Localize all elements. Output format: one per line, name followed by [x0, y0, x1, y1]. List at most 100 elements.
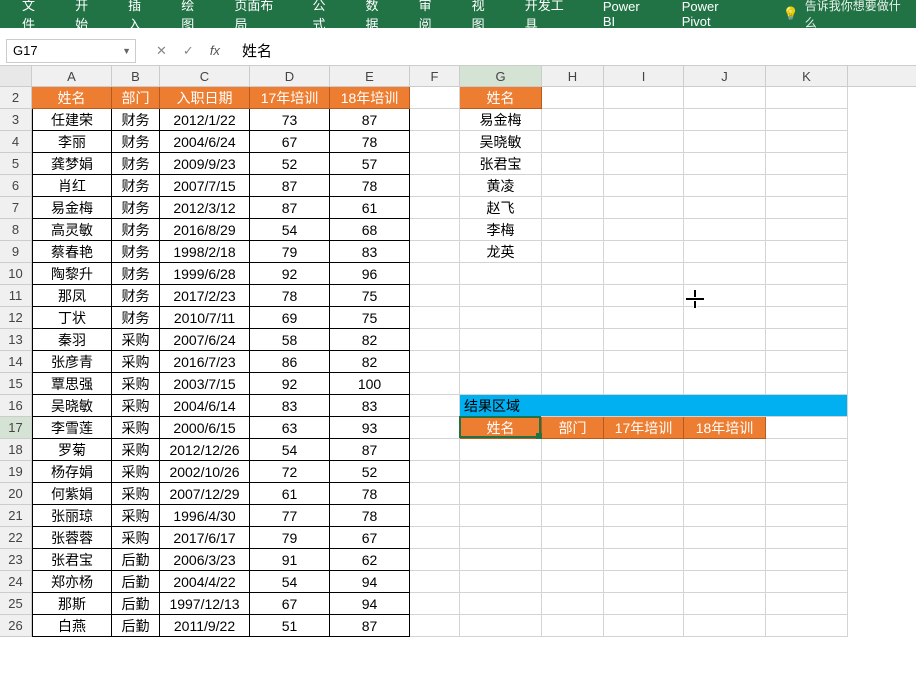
row-header-2[interactable]: 2: [0, 87, 32, 109]
cell-A14[interactable]: 张彦青: [32, 351, 112, 373]
row-header-13[interactable]: 13: [0, 329, 32, 351]
cell-G11[interactable]: [460, 285, 542, 307]
cell-F10[interactable]: [410, 263, 460, 285]
cell-H20[interactable]: [542, 483, 604, 505]
cell-H2[interactable]: [542, 87, 604, 109]
cell-J8[interactable]: [684, 219, 766, 241]
cell-H9[interactable]: [542, 241, 604, 263]
cell-K10[interactable]: [766, 263, 848, 285]
cell-C6[interactable]: 2007/7/15: [160, 175, 250, 197]
cell-D15[interactable]: 92: [250, 373, 330, 395]
cell-A13[interactable]: 秦羽: [32, 329, 112, 351]
cell-G12[interactable]: [460, 307, 542, 329]
cell-D18[interactable]: 54: [250, 439, 330, 461]
row-header-21[interactable]: 21: [0, 505, 32, 527]
cell-A10[interactable]: 陶黎升: [32, 263, 112, 285]
cell-G26[interactable]: [460, 615, 542, 637]
cell-H24[interactable]: [542, 571, 604, 593]
cell-C15[interactable]: 2003/7/15: [160, 373, 250, 395]
ribbon-tab-文件[interactable]: 文件: [8, 0, 61, 28]
cell-I3[interactable]: [604, 109, 684, 131]
cell-B8[interactable]: 财务: [112, 219, 160, 241]
fx-icon[interactable]: fx: [210, 43, 220, 58]
cell-I26[interactable]: [604, 615, 684, 637]
cell-E4[interactable]: 78: [330, 131, 410, 153]
row-header-14[interactable]: 14: [0, 351, 32, 373]
col-header-D[interactable]: D: [250, 66, 330, 86]
cell-F5[interactable]: [410, 153, 460, 175]
cell-A18[interactable]: 罗菊: [32, 439, 112, 461]
cell-B10[interactable]: 财务: [112, 263, 160, 285]
cell-H6[interactable]: [542, 175, 604, 197]
row-header-16[interactable]: 16: [0, 395, 32, 417]
cell-D16[interactable]: 83: [250, 395, 330, 417]
ribbon-tab-数据[interactable]: 数据: [352, 0, 405, 28]
cell-A5[interactable]: 龚梦娟: [32, 153, 112, 175]
cell-B2[interactable]: 部门: [112, 87, 160, 109]
cell-E11[interactable]: 75: [330, 285, 410, 307]
cell-C7[interactable]: 2012/3/12: [160, 197, 250, 219]
ribbon-tab-审阅[interactable]: 审阅: [405, 0, 458, 28]
cell-I16[interactable]: [604, 395, 684, 417]
cell-A22[interactable]: 张蓉蓉: [32, 527, 112, 549]
cell-I14[interactable]: [604, 351, 684, 373]
cell-B7[interactable]: 财务: [112, 197, 160, 219]
cancel-icon[interactable]: ✕: [156, 43, 167, 59]
cell-G24[interactable]: [460, 571, 542, 593]
cell-K15[interactable]: [766, 373, 848, 395]
cell-D4[interactable]: 67: [250, 131, 330, 153]
cell-C25[interactable]: 1997/12/13: [160, 593, 250, 615]
cell-C26[interactable]: 2011/9/22: [160, 615, 250, 637]
cell-B12[interactable]: 财务: [112, 307, 160, 329]
cell-K7[interactable]: [766, 197, 848, 219]
cell-B6[interactable]: 财务: [112, 175, 160, 197]
spreadsheet-grid[interactable]: ABCDEFGHIJK2姓名部门入职日期17年培训18年培训姓名3任建荣财务20…: [0, 66, 916, 637]
cell-H7[interactable]: [542, 197, 604, 219]
cell-K6[interactable]: [766, 175, 848, 197]
cell-C2[interactable]: 入职日期: [160, 87, 250, 109]
cell-G16[interactable]: 结果区域: [460, 395, 542, 417]
cell-H26[interactable]: [542, 615, 604, 637]
cell-E3[interactable]: 87: [330, 109, 410, 131]
cell-E15[interactable]: 100: [330, 373, 410, 395]
cell-F18[interactable]: [410, 439, 460, 461]
name-box[interactable]: G17 ▼: [6, 39, 136, 63]
enter-icon[interactable]: ✓: [183, 43, 194, 59]
cell-I19[interactable]: [604, 461, 684, 483]
cell-G9[interactable]: 龙英: [460, 241, 542, 263]
cell-J7[interactable]: [684, 197, 766, 219]
cell-K18[interactable]: [766, 439, 848, 461]
cell-J14[interactable]: [684, 351, 766, 373]
cell-J15[interactable]: [684, 373, 766, 395]
cell-C16[interactable]: 2004/6/14: [160, 395, 250, 417]
ribbon-tab-Power BI[interactable]: Power BI: [589, 0, 668, 28]
cell-B17[interactable]: 采购: [112, 417, 160, 439]
row-header-3[interactable]: 3: [0, 109, 32, 131]
cell-D13[interactable]: 58: [250, 329, 330, 351]
cell-I9[interactable]: [604, 241, 684, 263]
cell-H10[interactable]: [542, 263, 604, 285]
cell-D7[interactable]: 87: [250, 197, 330, 219]
cell-K20[interactable]: [766, 483, 848, 505]
cell-J17[interactable]: 18年培训: [684, 417, 766, 439]
cell-C18[interactable]: 2012/12/26: [160, 439, 250, 461]
ribbon-tab-开始[interactable]: 开始: [61, 0, 114, 28]
cell-B21[interactable]: 采购: [112, 505, 160, 527]
cell-G19[interactable]: [460, 461, 542, 483]
cell-K17[interactable]: [766, 417, 848, 439]
cell-G22[interactable]: [460, 527, 542, 549]
cell-K11[interactable]: [766, 285, 848, 307]
cell-A21[interactable]: 张丽琼: [32, 505, 112, 527]
cell-D23[interactable]: 91: [250, 549, 330, 571]
ribbon-tab-开发工具[interactable]: 开发工具: [511, 0, 589, 28]
cell-K26[interactable]: [766, 615, 848, 637]
cell-F9[interactable]: [410, 241, 460, 263]
cell-B23[interactable]: 后勤: [112, 549, 160, 571]
cell-F15[interactable]: [410, 373, 460, 395]
cell-E18[interactable]: 87: [330, 439, 410, 461]
cell-H16[interactable]: [542, 395, 604, 417]
cell-A2[interactable]: 姓名: [32, 87, 112, 109]
cell-J11[interactable]: [684, 285, 766, 307]
row-header-11[interactable]: 11: [0, 285, 32, 307]
cell-I12[interactable]: [604, 307, 684, 329]
